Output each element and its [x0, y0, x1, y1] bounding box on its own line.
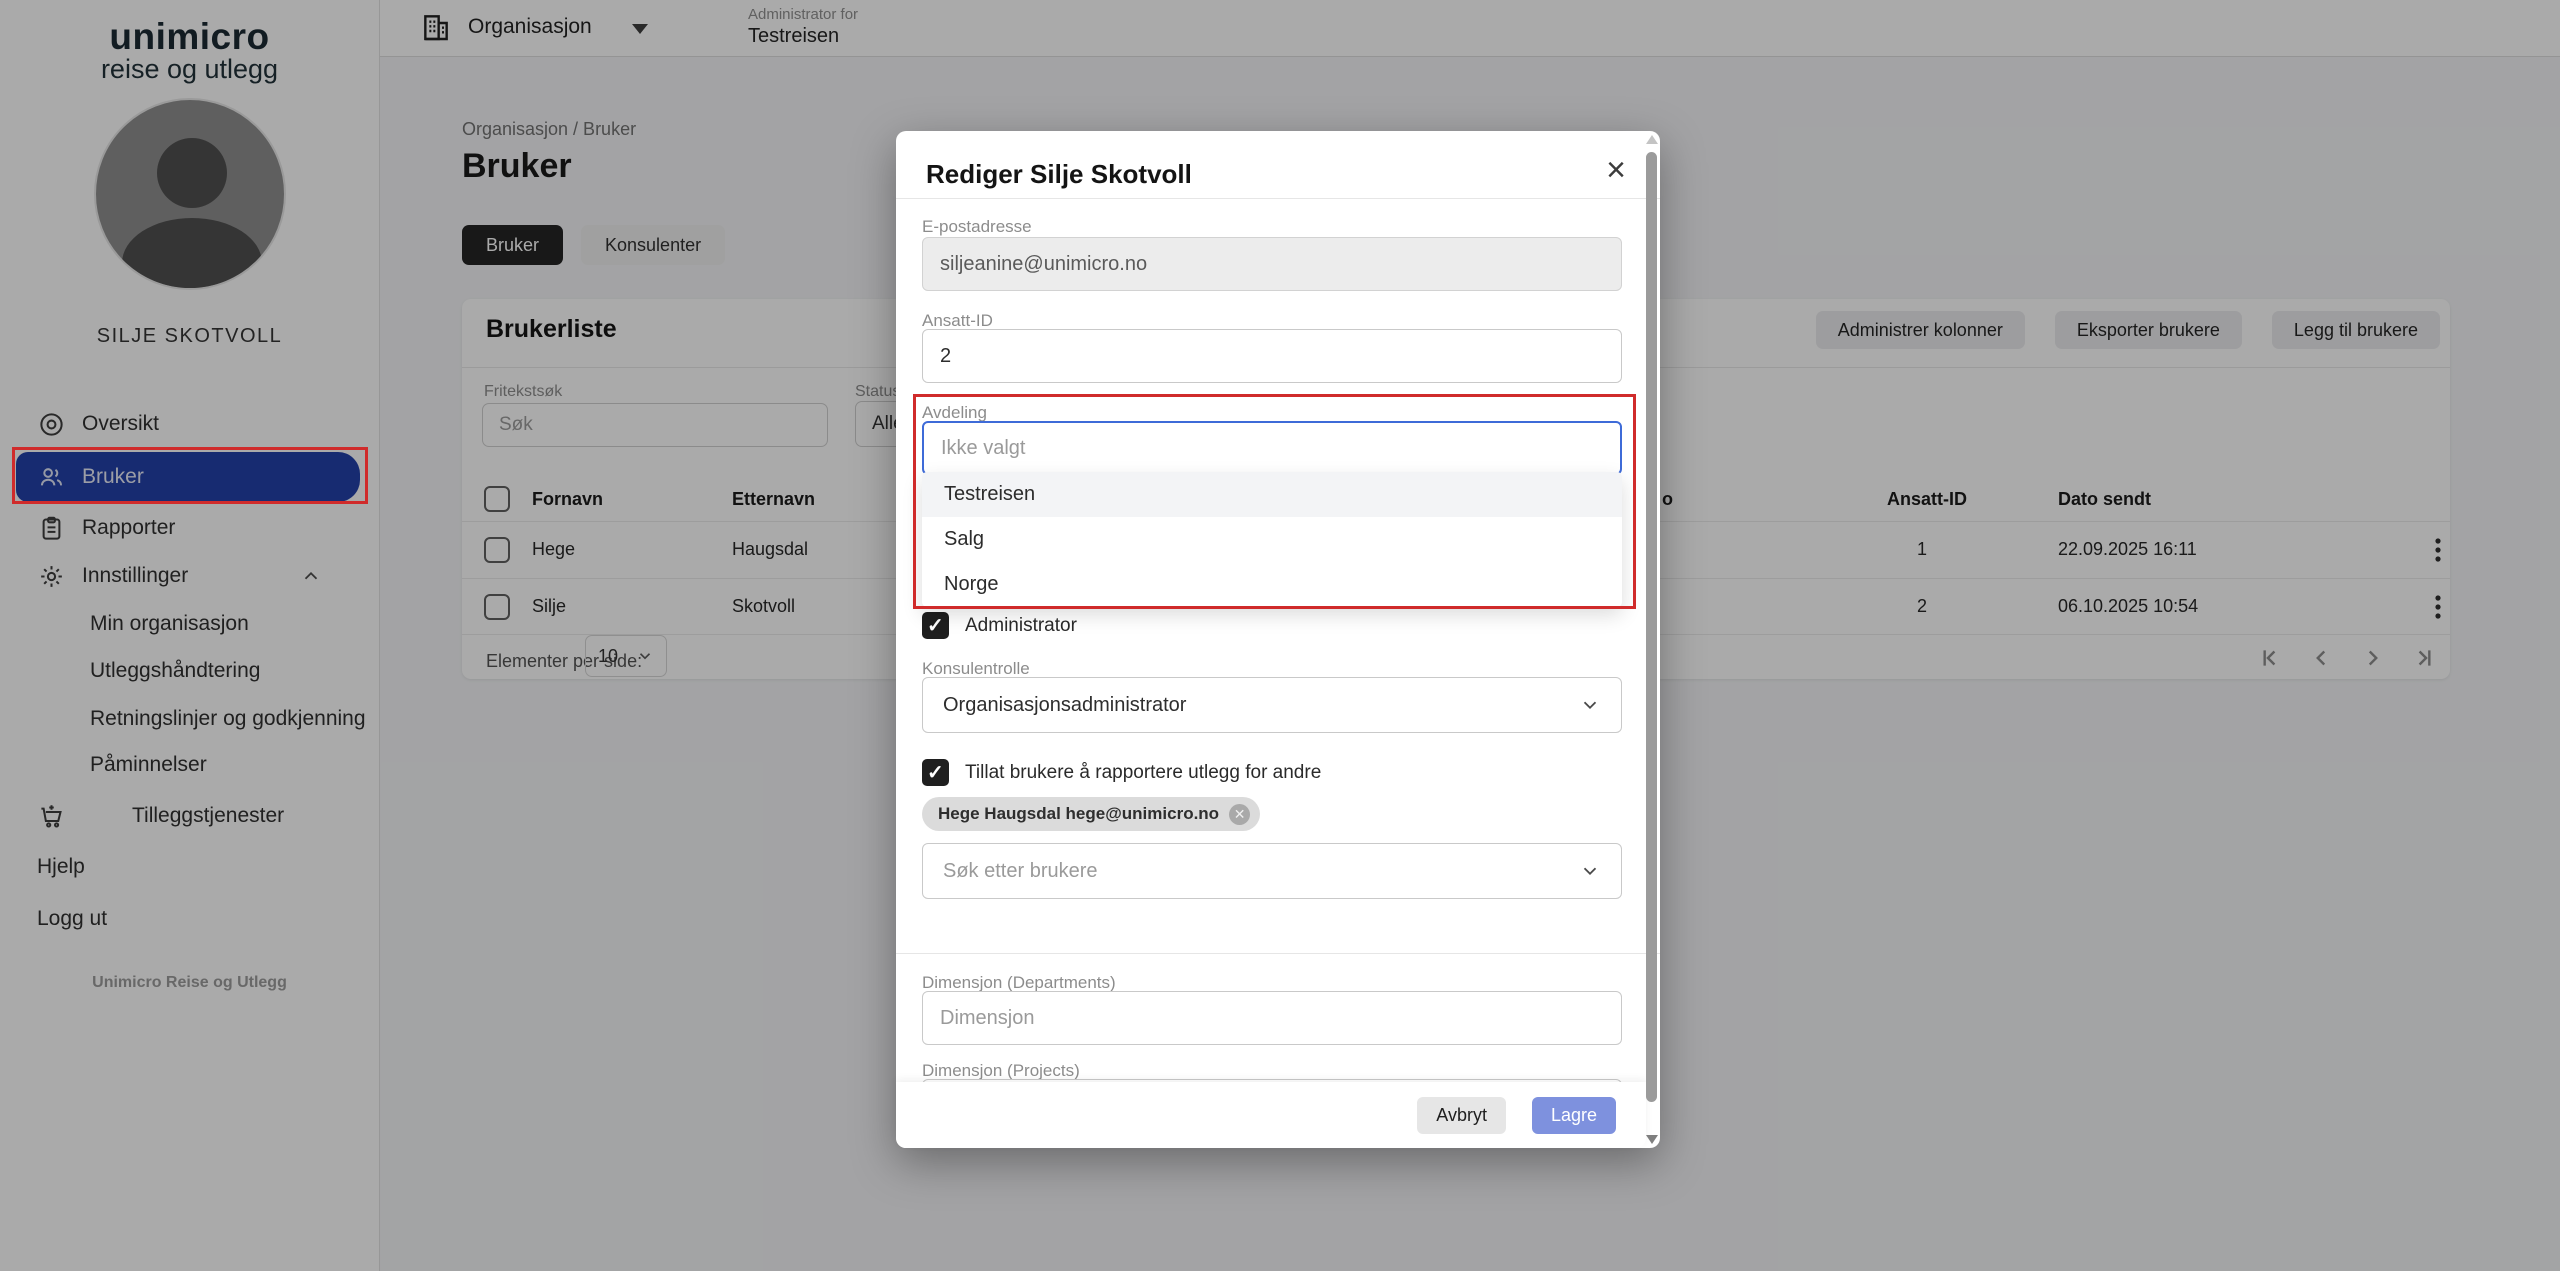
- dropdown-option-testreisen[interactable]: Testreisen: [922, 472, 1622, 517]
- modal-scrollbar[interactable]: [1645, 135, 1658, 1144]
- chip-label: Hege Haugsdal hege@unimicro.no: [938, 804, 1219, 824]
- report-for-others-checkbox[interactable]: [922, 759, 949, 786]
- modal-title: Rediger Silje Skotvoll: [926, 159, 1192, 190]
- department-label: Avdeling: [922, 403, 987, 423]
- administrator-checkbox[interactable]: [922, 612, 949, 639]
- report-for-others-checkbox-row: Tillat brukere å rapportere utlegg for a…: [922, 759, 1321, 786]
- edit-user-modal: Rediger Silje Skotvoll × E-postadresse A…: [896, 131, 1660, 1148]
- consultant-role-value: Organisasjonsadministrator: [943, 694, 1186, 717]
- chevron-down-icon: [1579, 860, 1601, 882]
- administrator-checkbox-row: Administrator: [922, 612, 1077, 639]
- modal-footer: Avbryt Lagre: [896, 1082, 1646, 1148]
- user-search-select[interactable]: Søk etter brukere: [922, 843, 1622, 899]
- dimension-departments-field[interactable]: [922, 991, 1622, 1045]
- employee-id-label: Ansatt-ID: [922, 311, 993, 331]
- save-button[interactable]: Lagre: [1532, 1097, 1616, 1134]
- scrollbar-thumb[interactable]: [1646, 152, 1657, 1102]
- divider: [896, 198, 1660, 199]
- consultant-role-select[interactable]: Organisasjonsadministrator: [922, 677, 1622, 733]
- email-label: E-postadresse: [922, 217, 1032, 237]
- selected-user-chip: Hege Haugsdal hege@unimicro.no ✕: [922, 797, 1260, 831]
- report-for-others-label: Tillat brukere å rapportere utlegg for a…: [965, 762, 1321, 784]
- employee-id-field[interactable]: [922, 329, 1622, 383]
- department-dropdown: Testreisen Salg Norge: [922, 472, 1622, 607]
- consultant-role-label: Konsulentrolle: [922, 659, 1030, 679]
- dropdown-option-salg[interactable]: Salg: [922, 517, 1622, 562]
- scroll-up-icon[interactable]: [1646, 135, 1658, 144]
- user-search-placeholder: Søk etter brukere: [943, 860, 1098, 883]
- close-icon[interactable]: ×: [1606, 153, 1626, 187]
- chevron-down-icon: [1579, 694, 1601, 716]
- dimension-departments-label: Dimensjon (Departments): [922, 973, 1116, 993]
- chip-remove-icon[interactable]: ✕: [1229, 804, 1250, 825]
- dropdown-option-norge[interactable]: Norge: [922, 562, 1622, 607]
- administrator-label: Administrator: [965, 615, 1077, 637]
- scroll-down-icon[interactable]: [1646, 1135, 1658, 1144]
- department-input[interactable]: [922, 421, 1622, 475]
- email-field: [922, 237, 1622, 291]
- dimension-projects-label: Dimensjon (Projects): [922, 1061, 1080, 1081]
- cancel-button[interactable]: Avbryt: [1417, 1097, 1506, 1134]
- divider: [896, 953, 1660, 954]
